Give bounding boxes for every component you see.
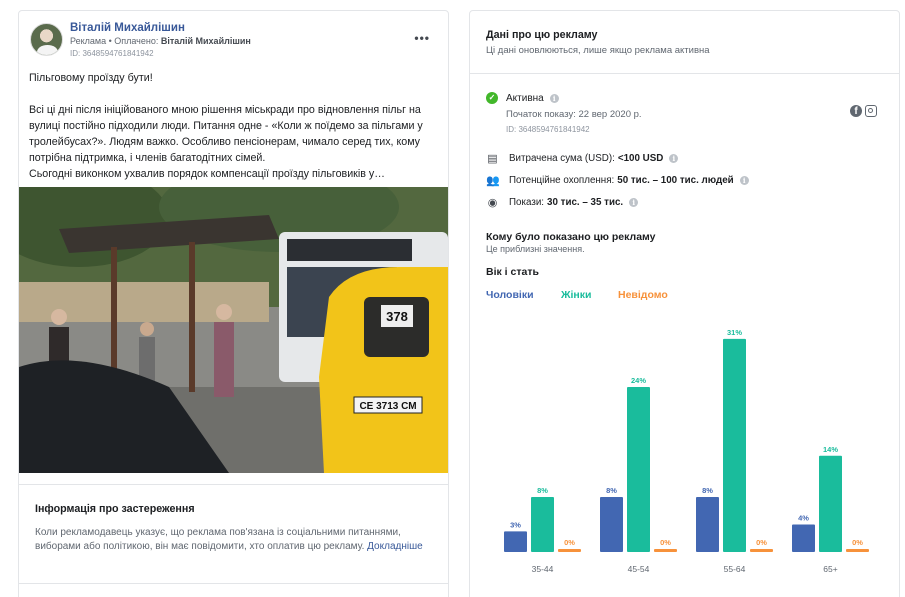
payer-name: Віталій Михайлішин [160, 36, 251, 46]
ad-details-card: Дані про цю рекламу Ці дані оновлюються,… [469, 10, 900, 597]
info-icon[interactable]: i [739, 175, 749, 185]
legend-men[interactable]: Чоловіки [486, 289, 534, 301]
ad-id: ID: 3648594761841942 [70, 49, 154, 58]
divider [470, 73, 899, 74]
photo-license-plate: СЕ 3713 СМ [359, 401, 416, 412]
age-gender-title: Вік і стать [486, 266, 539, 278]
status-row: ✓ Активна i [486, 91, 559, 105]
bar-35-44-series-2[interactable] [558, 549, 581, 552]
post-paragraph-2: Всі ці дні після ініційованого мною ріше… [29, 104, 423, 181]
bar-35-44-series-1[interactable] [531, 497, 554, 552]
bus-stop-photo: 378 СЕ 3713 СМ [19, 187, 448, 473]
more-options-button[interactable]: ••• [414, 31, 430, 45]
audience-title: Кому було показано цю рекламу [486, 231, 656, 243]
audience-subtitle: Це приблизні значення. [486, 244, 585, 254]
sponsored-line: Реклама • Оплачено: Віталій Михайлішин [70, 36, 251, 46]
bar-45-54-series-1[interactable] [627, 387, 650, 552]
bar-55-64-series-0[interactable] [696, 497, 719, 552]
eye-icon: ◉ [487, 196, 498, 209]
divider [19, 583, 448, 584]
bar-value-label: 0% [756, 538, 767, 547]
bar-value-label: 3% [510, 520, 521, 529]
check-circle-icon: ✓ [486, 92, 498, 104]
info-icon[interactable]: i [549, 93, 559, 103]
page-name-link[interactable]: Віталій Михайлішин [70, 22, 185, 34]
money-icon: ▤ [487, 152, 498, 165]
disclaimer-title: Інформація про застереження [35, 503, 195, 515]
learn-more-link[interactable]: Докладніше [367, 541, 423, 552]
bar-65--series-2[interactable] [846, 549, 869, 552]
spend-label: Витрачена сума (USD): [509, 152, 615, 164]
bar-value-label: 31% [727, 328, 742, 337]
x-tick-label: 35-44 [532, 564, 554, 574]
age-gender-chart: 3% 8% 0% 35-44 8% 24% 0% 45-54 8% 31% 0% 55-64 4% 14%… [504, 328, 869, 574]
bar-value-label: 8% [537, 486, 548, 495]
instagram-icon [865, 105, 877, 117]
post-paragraph-1: Пільговому проїзду бути! [29, 72, 153, 84]
platform-icons: f [850, 105, 877, 117]
divider [19, 484, 448, 485]
page-avatar[interactable] [30, 23, 63, 56]
bar-value-label: 4% [798, 514, 809, 523]
ad-preview-card: Віталій Михайлішин Реклама • Оплачено: В… [18, 10, 449, 597]
legend-unknown[interactable]: Невідомо [618, 289, 668, 301]
x-tick-label: 65+ [823, 564, 837, 574]
reach-value: 50 тис. – 100 тис. людей [617, 174, 734, 186]
bar-value-label: 0% [852, 538, 863, 547]
bar-55-64-series-1[interactable] [723, 338, 746, 552]
x-tick-label: 45-54 [628, 564, 650, 574]
start-date: Початок показу: 22 вер 2020 р. [506, 109, 642, 120]
reach-label: Потенційне охоплення: [509, 174, 615, 186]
info-icon[interactable]: i [629, 197, 639, 207]
impressions-value: 30 тис. – 35 тис. [547, 196, 624, 208]
spend-row: ▤ Витрачена сума (USD): <100 USD i [486, 151, 679, 165]
bar-35-44-series-0[interactable] [504, 531, 527, 552]
impressions-row: ◉ Покази: 30 тис. – 35 тис. i [486, 195, 639, 209]
bar-value-label: 0% [564, 538, 575, 547]
info-icon[interactable]: i [669, 153, 679, 163]
people-icon: 👥 [486, 174, 500, 187]
x-tick-label: 55-64 [724, 564, 746, 574]
bar-65--series-0[interactable] [792, 524, 815, 553]
post-text: Пільговому проїзду бути! Всі ці дні післ… [29, 70, 443, 183]
status-label: Активна [506, 92, 544, 104]
photo-bus-number: 378 [386, 309, 408, 324]
bar-55-64-series-2[interactable] [750, 549, 773, 552]
bar-value-label: 14% [823, 445, 838, 454]
sponsored-prefix: Реклама • Оплачено: [70, 36, 161, 46]
legend-women[interactable]: Жінки [561, 289, 591, 301]
bar-value-label: 8% [606, 486, 617, 495]
bar-value-label: 24% [631, 376, 646, 385]
bar-value-label: 8% [702, 486, 713, 495]
ad-id: ID: 3648594761841942 [506, 125, 590, 134]
reach-row: 👥 Потенційне охоплення: 50 тис. – 100 ти… [486, 173, 749, 187]
details-subtitle: Ці дані оновлюються, лише якщо реклама а… [486, 45, 710, 56]
bar-value-label: 0% [660, 538, 671, 547]
details-title: Дані про цю рекламу [486, 29, 598, 41]
disclaimer-body: Коли рекламодавець указує, що реклама по… [35, 527, 401, 552]
spend-value: <100 USD [617, 152, 664, 164]
bar-45-54-series-0[interactable] [600, 497, 623, 552]
bar-65--series-1[interactable] [819, 455, 842, 552]
bar-45-54-series-2[interactable] [654, 549, 677, 552]
ad-photo[interactable]: 378 СЕ 3713 СМ [19, 187, 448, 473]
impressions-label: Покази: [509, 196, 545, 208]
disclaimer-text: Коли рекламодавець указує, що реклама по… [35, 526, 435, 554]
facebook-icon: f [850, 105, 862, 117]
